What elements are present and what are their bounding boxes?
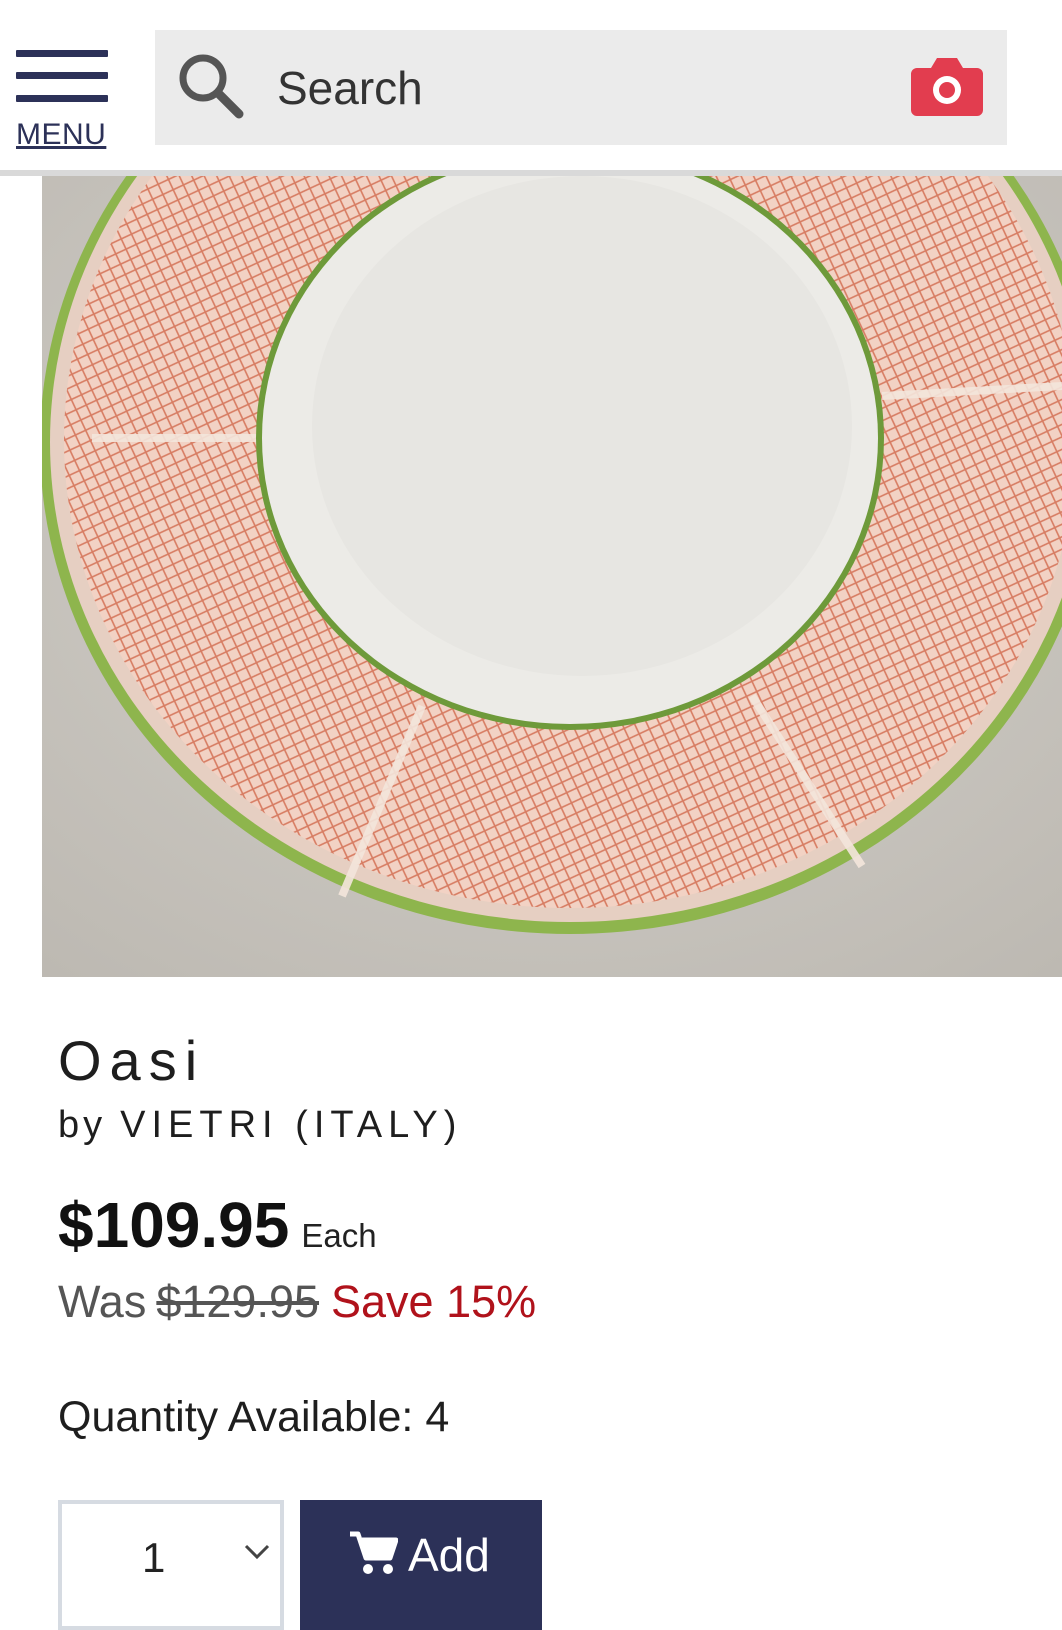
quantity-available: Quantity Available: 4	[58, 1393, 450, 1441]
menu-icon-bar-middle	[16, 72, 108, 79]
brand-name: VIETRI (ITALY)	[120, 1104, 463, 1146]
menu-button[interactable]: MENU	[16, 48, 108, 158]
price-unit: Each	[301, 1217, 377, 1254]
savings-text: Save 15%	[331, 1276, 537, 1327]
was-price-row: Was $129.95 Save 15%	[58, 1276, 536, 1328]
current-price: $109.95	[58, 1189, 290, 1261]
quantity-value: 1	[142, 1534, 166, 1581]
search-bar[interactable]	[155, 30, 1007, 145]
was-label: Was	[58, 1276, 147, 1327]
brand-prefix: by	[58, 1104, 107, 1146]
search-icon	[179, 54, 244, 119]
product-brand: by VIETRI (ITALY)	[58, 1104, 462, 1147]
price-row: $109.95 Each	[58, 1188, 377, 1262]
product-image[interactable]	[42, 176, 1062, 977]
original-price: $129.95	[156, 1276, 320, 1327]
menu-icon-bar-top	[16, 50, 108, 57]
chevron-down-icon	[244, 1544, 270, 1560]
product-title: Oasi	[58, 1029, 206, 1092]
plate-illustration	[42, 176, 1062, 977]
menu-label: MENU	[16, 118, 107, 151]
quantity-select[interactable]: 1	[58, 1500, 284, 1630]
add-to-cart-button[interactable]: Add	[300, 1500, 542, 1630]
search-input[interactable]	[275, 52, 839, 124]
menu-icon-bar-bottom	[16, 95, 108, 102]
header: MENU	[0, 0, 1062, 172]
camera-icon[interactable]	[911, 52, 983, 118]
cart-icon	[350, 1531, 398, 1574]
add-label: Add	[408, 1529, 490, 1581]
